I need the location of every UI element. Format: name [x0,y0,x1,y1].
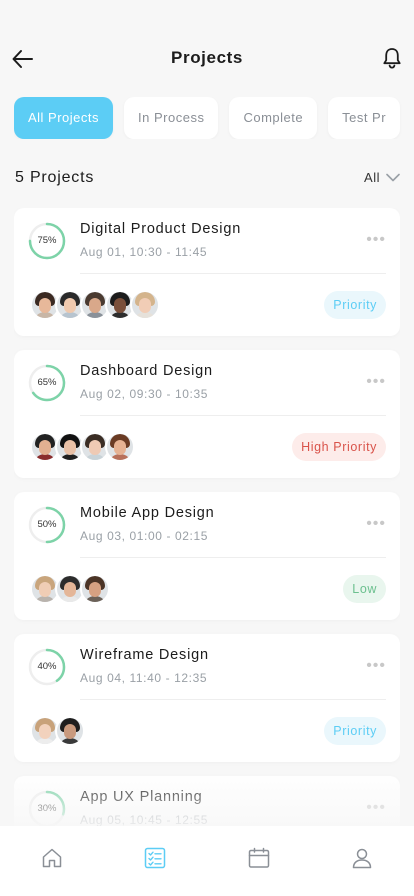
progress-label: 50% [37,519,57,530]
bottom-navigation [0,826,414,896]
project-title: Digital Product Design [80,221,242,237]
avatar-group [30,432,135,462]
avatar-group [30,574,110,604]
notification-bell-icon[interactable] [380,46,404,70]
nav-profile[interactable] [349,845,375,871]
project-title: Dashboard Design [80,363,213,379]
tab-all-projects[interactable]: All Projects [14,97,114,139]
priority-badge: Priority [324,717,386,745]
more-options-icon[interactable]: ••• [366,516,386,532]
profile-icon [353,848,372,869]
progress-label: 75% [37,235,57,246]
project-time: Aug 03, 01:00 - 02:15 [80,529,209,543]
avatar [80,574,110,604]
progress-label: 65% [37,377,57,388]
chevron-down-icon [386,173,400,182]
avatar [55,716,85,746]
project-time: Aug 01, 10:30 - 11:45 [80,245,208,259]
project-list: 75% Digital Product Design Aug 01, 10:30… [14,208,400,826]
project-count: 5 Projects [15,169,95,186]
more-options-icon[interactable]: ••• [366,232,386,248]
filter-dropdown[interactable]: All [364,170,400,185]
divider [80,557,386,558]
nav-tasks[interactable] [142,845,168,871]
project-card[interactable]: 50% Mobile App Design Aug 03, 01:00 - 02… [14,492,400,620]
avatar [130,290,160,320]
divider [80,699,386,700]
priority-badge: Low [343,575,386,603]
avatar-group [30,716,85,746]
project-title: Mobile App Design [80,505,215,521]
project-title: App UX Planning [80,789,203,805]
project-card[interactable]: 65% Dashboard Design Aug 02, 09:30 - 10:… [14,350,400,478]
tab-test-projects[interactable]: Test Pr [328,97,401,139]
nav-home[interactable] [39,845,65,871]
avatar-group [30,290,160,320]
progress-label: 40% [37,661,57,672]
project-card[interactable]: 75% Digital Product Design Aug 01, 10:30… [14,208,400,336]
page-title: Projects [171,48,243,67]
project-title: Wireframe Design [80,647,209,663]
more-options-icon[interactable]: ••• [366,658,386,674]
priority-badge: Priority [324,291,386,319]
project-time: Aug 05, 10:45 - 12:55 [80,813,209,826]
more-options-icon[interactable]: ••• [366,800,386,816]
calendar-icon [248,847,269,868]
filter-tabs: All Projects In Process Complete Test Pr [14,97,414,139]
divider [80,415,386,416]
divider [80,273,386,274]
tasks-icon [145,847,166,869]
avatar [105,432,135,462]
more-options-icon[interactable]: ••• [366,374,386,390]
tab-complete[interactable]: Complete [229,97,318,139]
project-card[interactable]: 30% App UX Planning Aug 05, 10:45 - 12:5… [14,776,400,826]
home-icon [42,848,61,868]
filter-label: All [364,170,380,185]
nav-calendar[interactable] [246,845,272,871]
priority-badge: High Priority [292,433,386,461]
tab-in-process[interactable]: In Process [124,97,219,139]
progress-label: 30% [37,803,57,814]
header: Projects [0,0,414,90]
project-card[interactable]: 40% Wireframe Design Aug 04, 11:40 - 12:… [14,634,400,762]
project-time: Aug 02, 09:30 - 10:35 [80,387,209,401]
project-time: Aug 04, 11:40 - 12:35 [80,671,208,685]
